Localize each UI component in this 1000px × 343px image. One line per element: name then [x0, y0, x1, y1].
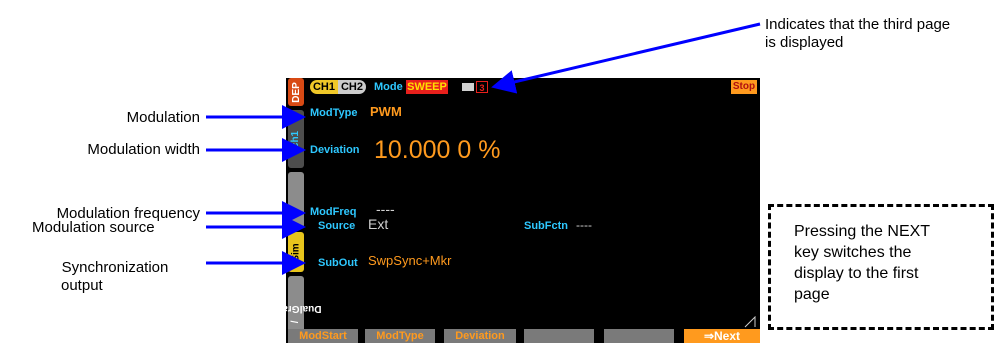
annotation-arrows — [206, 22, 761, 275]
arrow-page-indicator — [491, 22, 761, 94]
